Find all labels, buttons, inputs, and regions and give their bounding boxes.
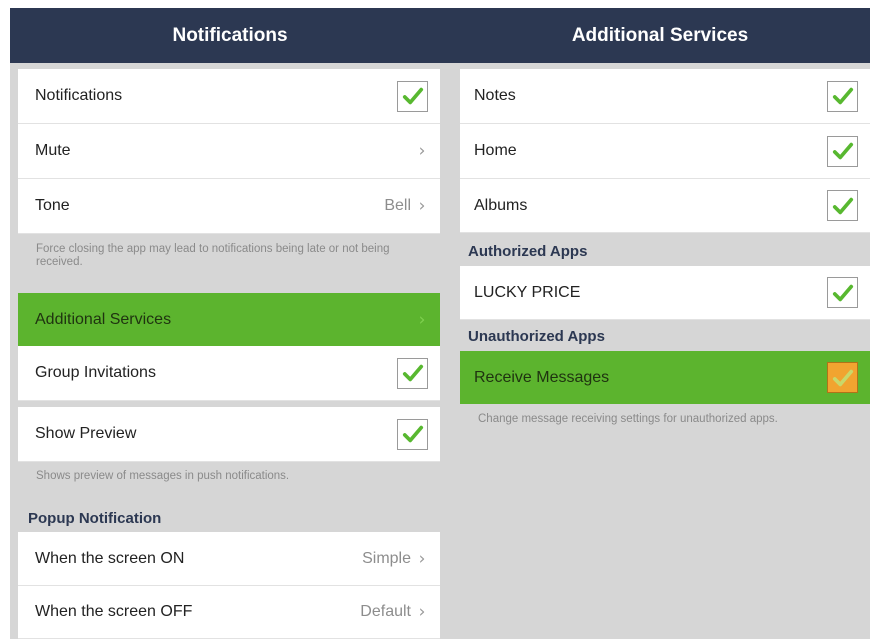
chevron-right-icon: › [418,141,426,161]
group-invitations-checkbox[interactable] [397,357,428,389]
check-icon [832,284,853,301]
chevron-right-icon: › [418,602,426,622]
show-preview-row[interactable]: Show Preview [18,407,440,462]
check-icon [402,425,423,443]
unauthorized-apps-section-title: Unauthorized Apps [468,328,605,345]
force-close-note: Force closing the app may lead to notifi… [36,243,390,268]
lucky-price-row[interactable]: LUCKY PRICE [460,266,870,320]
row-label: Additional Services [35,310,172,328]
additional-services-panel: Notes Home Albums Authorized Apps LUCKY … [450,63,870,639]
row-label: Group Invitations [35,364,156,381]
row-label: Mute [35,142,71,159]
screen-on-row[interactable]: When the screen ON Simple › [18,532,440,586]
row-label: Notes [474,87,516,104]
check-icon [402,364,423,382]
mute-row[interactable]: Mute › [18,124,440,179]
notes-checkbox[interactable] [827,80,858,112]
check-icon [832,369,853,386]
row-label: Receive Messages [474,368,610,386]
albums-checkbox[interactable] [827,190,858,221]
preview-note: Shows preview of messages in push notifi… [36,470,290,482]
home-checkbox[interactable] [827,135,858,167]
row-label: When the screen ON [35,549,185,567]
row-label: LUCKY PRICE [474,283,581,301]
check-icon [402,87,423,105]
row-label: Albums [474,196,528,214]
additional-services-header: Additional Services [450,8,870,63]
notifications-checkbox[interactable] [397,80,428,112]
tone-row[interactable]: Tone Bell › [18,179,440,234]
notifications-settings-panel: Notifications Mute › Tone Bell › Force c… [10,63,450,639]
row-label: Show Preview [35,425,137,442]
chevron-right-icon: › [418,309,426,330]
group-invitations-row[interactable]: Group Invitations [18,346,440,401]
unauthorized-note: Change message receiving settings for un… [478,413,778,425]
notifications-title: Notifications [172,24,288,46]
receive-messages-checkbox[interactable] [827,362,858,393]
popup-notification-section-title: Popup Notification [28,510,162,527]
additional-services-row[interactable]: Additional Services › [18,293,440,346]
tone-value: Bell [384,197,411,214]
row-label: When the screen OFF [35,603,193,620]
check-icon [832,142,853,160]
check-icon [832,87,853,105]
additional-services-title: Additional Services [571,24,749,46]
screen-on-value: Simple [362,549,411,567]
row-label: Notifications [35,87,123,104]
notifications-header: Notifications [10,8,450,63]
notifications-toggle-row[interactable]: Notifications [18,69,440,124]
home-row[interactable]: Home [460,124,870,179]
show-preview-checkbox[interactable] [397,418,428,450]
screen-off-row[interactable]: When the screen OFF Default › [18,586,440,639]
authorized-apps-section-title: Authorized Apps [468,243,588,260]
chevron-right-icon: › [418,548,426,569]
row-label: Home [474,142,517,159]
check-icon [832,197,853,214]
screen-off-value: Default [360,603,411,620]
chevron-right-icon: › [418,196,426,216]
row-label: Tone [35,197,70,214]
receive-messages-row[interactable]: Receive Messages [460,351,870,404]
notes-row[interactable]: Notes [460,69,870,124]
albums-row[interactable]: Albums [460,179,870,233]
lucky-price-checkbox[interactable] [827,277,858,308]
